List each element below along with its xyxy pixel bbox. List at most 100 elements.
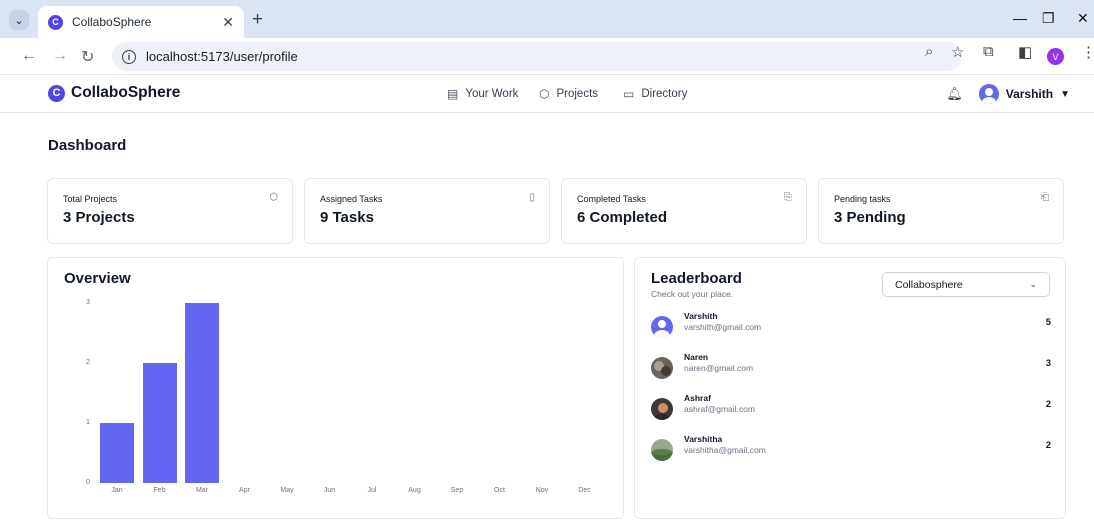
leaderboard-email: naren@gmail.com (684, 363, 754, 373)
minimize-icon[interactable]: — (1013, 10, 1027, 26)
cube-icon: ⬡ (539, 87, 550, 101)
browser-profile-avatar[interactable]: V (1047, 48, 1064, 65)
tab-search-chevron-icon[interactable]: ⌄ (9, 10, 29, 30)
extensions-icon[interactable]: ⧉ (983, 43, 994, 60)
x-tick-label: Nov (535, 487, 549, 494)
url-text: localhost:5173/user/profile (146, 49, 298, 64)
x-tick-label: Aug (408, 487, 421, 494)
card-value: 3 Pending (834, 209, 906, 226)
chevron-down-icon[interactable]: ▼ (1060, 89, 1070, 100)
workspace-select-value: Collabosphere (895, 279, 963, 291)
leaderboard-row: Varshith varshith@gmail.com 5 (651, 311, 1051, 343)
y-tick-label: 1 (86, 419, 90, 426)
collabosphere-favicon-icon: C (48, 14, 63, 30)
chart-bar[interactable] (100, 423, 134, 483)
folder-icon: ▭ (623, 87, 635, 101)
close-tab-icon[interactable]: ✕ (222, 14, 234, 31)
avatar (651, 316, 673, 338)
reload-icon[interactable]: ↻ (81, 47, 94, 67)
leaderboard-row: Varshitha varshitha@gmail.com 2 (651, 434, 1051, 466)
y-tick-label: 0 (86, 479, 90, 486)
brand-logo-icon: C (48, 84, 65, 102)
file-icon: ▯ (529, 192, 535, 203)
app-header: C CollaboSphere ▤ Your Work ⬡ Projects ▭… (0, 75, 1094, 113)
tab-title: CollaboSphere (72, 15, 152, 29)
chart-bar[interactable] (185, 303, 219, 483)
user-avatar (978, 84, 999, 104)
file-clock-icon: ⎗ (1041, 192, 1049, 203)
nav-label: Directory (641, 88, 688, 100)
forward-arrow-icon[interactable]: → (52, 47, 68, 65)
zoom-icon[interactable]: ⌕ (925, 43, 933, 60)
leaderboard-score: 5 (1045, 317, 1051, 328)
brand-logo[interactable]: C CollaboSphere (48, 84, 180, 102)
avatar (651, 398, 673, 420)
chart-bar[interactable] (142, 363, 177, 483)
leaderboard-email: ashraf@gmail.com (684, 404, 755, 414)
avatar (651, 357, 673, 379)
browser-tab-bar: ⌄ C CollaboSphere ✕ + — ❐ ✕ (0, 0, 1094, 38)
side-panel-icon[interactable]: ◧ (1018, 43, 1032, 61)
window-close-icon[interactable]: ✕ (1077, 10, 1089, 27)
x-tick-label: Sep (450, 487, 464, 494)
avatar (651, 439, 673, 461)
leaderboard-title: Leaderboard (651, 270, 742, 287)
brand-name: CollaboSphere (71, 84, 181, 101)
y-tick-label: 2 (86, 359, 90, 366)
leaderboard-panel: Leaderboard Check out your place. Collab… (634, 257, 1066, 519)
x-tick-label: Feb (153, 487, 166, 494)
browser-menu-icon[interactable]: ⋮ (1081, 43, 1094, 61)
site-info-icon[interactable]: i (122, 49, 136, 64)
x-tick-label: Mar (195, 487, 209, 494)
card-value: 3 Projects (63, 209, 135, 226)
user-menu[interactable]: 🔔︎ Varshith ▼ (946, 84, 1070, 104)
leaderboard-subtitle: Check out your place. (651, 289, 734, 299)
card-label: Assigned Tasks (320, 194, 383, 204)
x-tick-label: Jan (111, 487, 123, 494)
notification-bell-icon[interactable]: 🔔︎ (946, 86, 963, 102)
card-label: Completed Tasks (577, 194, 646, 204)
x-tick-label: Oct (494, 487, 505, 494)
leaderboard-row: Naren naren@gmail.com 3 (651, 352, 1051, 384)
leaderboard-name: Ashraf (684, 393, 711, 403)
leaderboard-name: Naren (684, 352, 709, 362)
nav-directory[interactable]: ▭ Directory (623, 87, 687, 101)
overview-title: Overview (64, 270, 131, 287)
cube-icon: ⬡ (269, 192, 278, 203)
x-tick-label: Apr (239, 487, 250, 494)
card-completed-tasks: Completed Tasks 6 Completed ⎘ (561, 178, 807, 244)
y-tick-label: 3 (86, 299, 90, 306)
leaderboard-row: Ashraf ashraf@gmail.com 2 (651, 393, 1051, 425)
bookmark-star-icon[interactable]: ☆ (951, 43, 964, 61)
card-total-projects: Total Projects 3 Projects ⬡ (47, 178, 293, 244)
user-name: Varshith (1005, 87, 1054, 101)
chevron-down-icon: ⌄ (1029, 279, 1037, 289)
card-value: 9 Tasks (320, 209, 374, 226)
leaderboard-score: 2 (1045, 399, 1051, 410)
card-label: Total Projects (63, 194, 118, 204)
new-tab-plus-icon[interactable]: + (252, 9, 263, 31)
card-assigned-tasks: Assigned Tasks 9 Tasks ▯ (304, 178, 550, 244)
nav-your-work[interactable]: ▤ Your Work (447, 87, 518, 101)
nav-label: Your Work (465, 88, 519, 100)
workspace-select[interactable]: Collabosphere ⌄ (882, 272, 1050, 297)
x-tick-label: Jun (323, 487, 336, 494)
x-tick-label: Dec (578, 487, 591, 494)
stat-cards: Total Projects 3 Projects ⬡ Assigned Tas… (47, 178, 1064, 244)
browser-toolbar: ← → ↻ i localhost:5173/user/profile ⌕ ☆ … (0, 38, 1094, 75)
back-arrow-icon[interactable]: ← (21, 47, 37, 65)
leaderboard-score: 3 (1045, 358, 1051, 369)
card-label: Pending tasks (834, 194, 891, 204)
browser-tab[interactable]: C CollaboSphere ✕ (38, 6, 244, 38)
card-value: 6 Completed (577, 209, 668, 226)
leaderboard-email: varshith@gmail.com (684, 322, 762, 332)
nav-projects[interactable]: ⬡ Projects (539, 87, 598, 101)
file-check-icon: ⎘ (784, 192, 792, 203)
document-list-icon: ▤ (447, 87, 459, 101)
x-tick-label: May (280, 487, 294, 494)
restore-icon[interactable]: ❐ (1042, 10, 1055, 27)
address-bar[interactable]: i localhost:5173/user/profile (112, 42, 962, 71)
leaderboard-name: Varshitha (684, 434, 723, 444)
x-tick-label: Jul (367, 487, 377, 494)
leaderboard-score: 2 (1045, 440, 1051, 451)
